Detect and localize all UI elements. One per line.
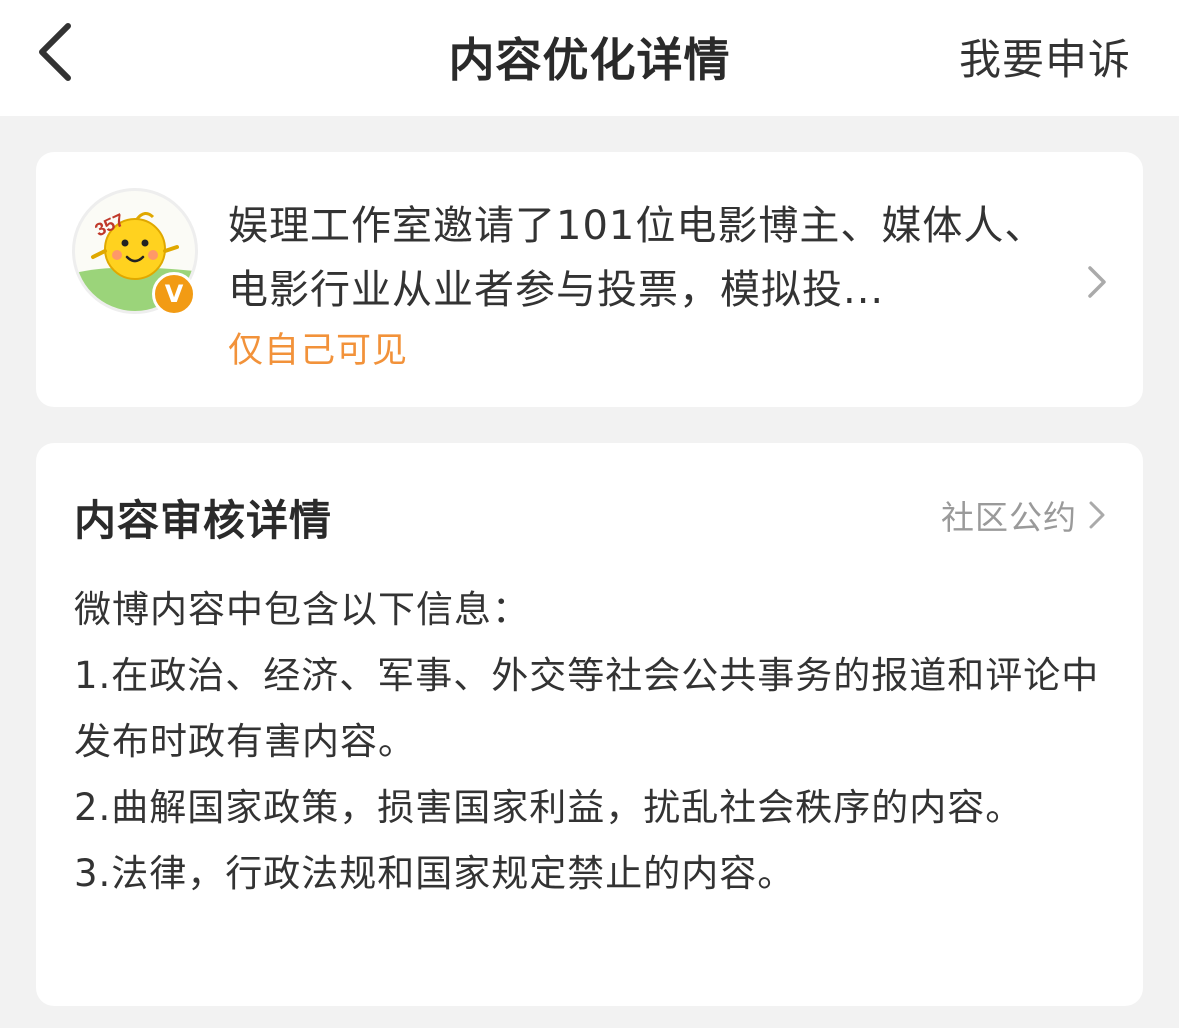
review-detail-card: 内容审核详情 社区公约 微博内容中包含以下信息： 1.在政治、经济、军事、外交等… <box>36 443 1143 1006</box>
review-detail-body: 微博内容中包含以下信息： 1.在政治、经济、军事、外交等社会公共事务的报道和评论… <box>74 577 1114 907</box>
chevron-right-icon <box>1089 501 1105 529</box>
chevron-right-icon <box>1088 266 1106 298</box>
post-preview-text: 娱理工作室邀请了101位电影博主、媒体人、电影行业从业者参与投票，模拟投... <box>228 203 1046 313</box>
verified-badge-icon: V <box>152 272 196 316</box>
community-guidelines-label: 社区公约 <box>941 498 1077 537</box>
review-item-1: 1.在政治、经济、军事、外交等社会公共事务的报道和评论中发布时政有害内容。 <box>74 654 1100 763</box>
review-item-2: 2.曲解国家政策，损害国家利益，扰乱社会秩序的内容。 <box>74 786 1024 829</box>
review-detail-title: 内容审核详情 <box>74 496 333 545</box>
review-item-3: 3.法律，行政法规和国家规定禁止的内容。 <box>74 852 796 895</box>
review-intro: 微博内容中包含以下信息： <box>74 588 530 631</box>
appeal-button[interactable]: 我要申诉 <box>959 26 1131 87</box>
navigation-bar: 内容优化详情 我要申诉 <box>0 0 1179 116</box>
post-card[interactable]: 357 娱理工作室邀请了101位电影博主、媒体人、电影行业从业者参与投票，模拟投… <box>36 152 1143 407</box>
visibility-label: 仅自己可见 <box>228 331 409 371</box>
community-guidelines-link[interactable]: 社区公约 <box>941 493 1107 537</box>
